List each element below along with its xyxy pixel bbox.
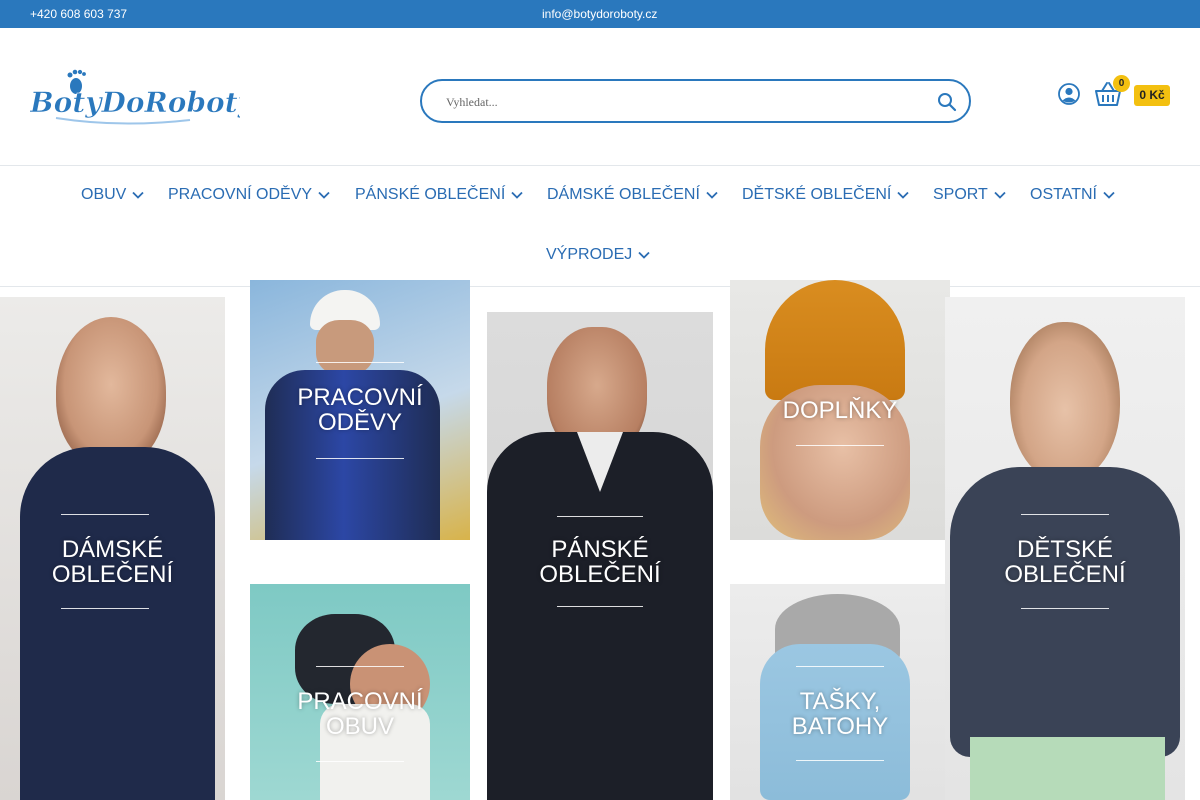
- tile-rule: [557, 606, 643, 607]
- chevron-down-icon: [132, 191, 144, 199]
- navy-hoodie-photo: [950, 467, 1180, 757]
- girl-photo: [1010, 322, 1120, 482]
- nav-item-label: DĚTSKÉ OBLEČENÍ: [742, 186, 892, 203]
- tile-rule: [316, 666, 404, 667]
- tile-rule: [796, 666, 884, 667]
- green-skirt-photo: [970, 737, 1165, 800]
- nav-item-label: DÁMSKÉ OBLEČENÍ: [547, 186, 700, 203]
- nav-item-detske-obleceni[interactable]: DĚTSKÉ OBLEČENÍ: [742, 186, 910, 204]
- category-tile-pracovni-obuv[interactable]: PRACOVNÍ OBUV: [250, 584, 470, 800]
- search-icon[interactable]: [937, 92, 957, 112]
- tile-rule: [557, 516, 643, 517]
- chevron-down-icon: [511, 191, 523, 199]
- woman-photo: [56, 317, 166, 467]
- search-box: [420, 79, 971, 123]
- category-label: DOPLŇKY: [782, 397, 898, 424]
- nav-item-pracovni-odevy[interactable]: PRACOVNÍ ODĚVY: [168, 186, 330, 204]
- nav-item-ostatni[interactable]: OSTATNÍ: [1030, 186, 1115, 204]
- category-label: PRACOVNÍ ODĚVY: [297, 384, 423, 436]
- site-header: BotyDoRoboty 0 0 Kč: [0, 28, 1200, 166]
- category-tile-panske-obleceni[interactable]: PÁNSKÉ OBLEČENÍ: [487, 312, 713, 800]
- tile-rule: [61, 608, 149, 609]
- nav-item-damske-obleceni[interactable]: DÁMSKÉ OBLEČENÍ: [547, 186, 718, 204]
- category-label: DÁMSKÉ OBLEČENÍ: [51, 536, 174, 588]
- tile-rule: [796, 760, 884, 761]
- nav-item-label: PÁNSKÉ OBLEČENÍ: [355, 186, 506, 203]
- chevron-down-icon: [638, 251, 650, 259]
- category-label: DĚTSKÉ OBLEČENÍ: [1004, 536, 1126, 588]
- category-tile-detske-obleceni[interactable]: DĚTSKÉ OBLEČENÍ: [945, 297, 1185, 800]
- nav-item-panske-obleceni[interactable]: PÁNSKÉ OBLEČENÍ: [355, 186, 523, 204]
- nav-item-label: SPORT: [933, 186, 988, 203]
- nav-item-label: VÝPRODEJ: [546, 246, 633, 263]
- category-tile-pracovni-odevy[interactable]: PRACOVNÍ ODĚVY: [250, 280, 470, 540]
- beanie-photo: [765, 280, 905, 400]
- nav-item-vyprodej[interactable]: VÝPRODEJ: [546, 246, 650, 264]
- main-navigation: OBUV PRACOVNÍ ODĚVY PÁNSKÉ OBLEČENÍ DÁMS…: [0, 166, 1200, 287]
- tile-rule: [1021, 514, 1109, 515]
- nav-item-label: PRACOVNÍ ODĚVY: [168, 186, 313, 203]
- chevron-down-icon: [897, 191, 910, 199]
- site-logo[interactable]: BotyDoRoboty: [29, 62, 256, 132]
- tile-rule: [796, 445, 884, 446]
- nav-item-label: OBUV: [81, 186, 127, 203]
- chevron-down-icon: [994, 191, 1006, 199]
- navy-sweater-photo: [20, 447, 215, 800]
- email-link[interactable]: info@botydoroboty.cz: [542, 7, 657, 21]
- cart-total-badge[interactable]: 0 Kč: [1134, 85, 1170, 106]
- logo-text: BotyDoRoboty: [30, 86, 240, 119]
- logo-graphic: BotyDoRoboty: [29, 69, 256, 125]
- chevron-down-icon: [1103, 191, 1115, 199]
- nav-item-sport[interactable]: SPORT: [933, 186, 1006, 204]
- tile-rule: [61, 514, 149, 515]
- category-label: TAŠKY, BATOHY: [791, 688, 889, 740]
- top-contact-bar: +420 608 603 737 info@botydoroboty.cz: [0, 0, 1200, 28]
- category-tile-damske-obleceni[interactable]: DÁMSKÉ OBLEČENÍ: [0, 297, 225, 800]
- tile-rule: [1021, 608, 1109, 609]
- user-account-icon[interactable]: [1058, 83, 1080, 105]
- category-tile-tasky-batohy[interactable]: TAŠKY, BATOHY: [730, 584, 950, 800]
- category-tile-doplnky[interactable]: DOPLŇKY: [730, 280, 950, 540]
- chevron-down-icon: [706, 191, 718, 199]
- cart-count-badge: 0: [1113, 75, 1130, 92]
- worker-face-photo: [316, 320, 374, 375]
- phone-link[interactable]: +420 608 603 737: [30, 7, 127, 21]
- chevron-down-icon: [318, 191, 330, 199]
- tile-rule: [316, 761, 404, 762]
- category-label: PRACOVNÍ OBUV: [297, 688, 423, 740]
- tile-rule: [316, 362, 404, 363]
- tile-rule: [316, 458, 404, 459]
- nav-item-label: OSTATNÍ: [1030, 186, 1097, 203]
- nav-item-obuv[interactable]: OBUV: [81, 186, 144, 204]
- search-input[interactable]: [444, 91, 918, 113]
- category-label: PÁNSKÉ OBLEČENÍ: [539, 536, 661, 588]
